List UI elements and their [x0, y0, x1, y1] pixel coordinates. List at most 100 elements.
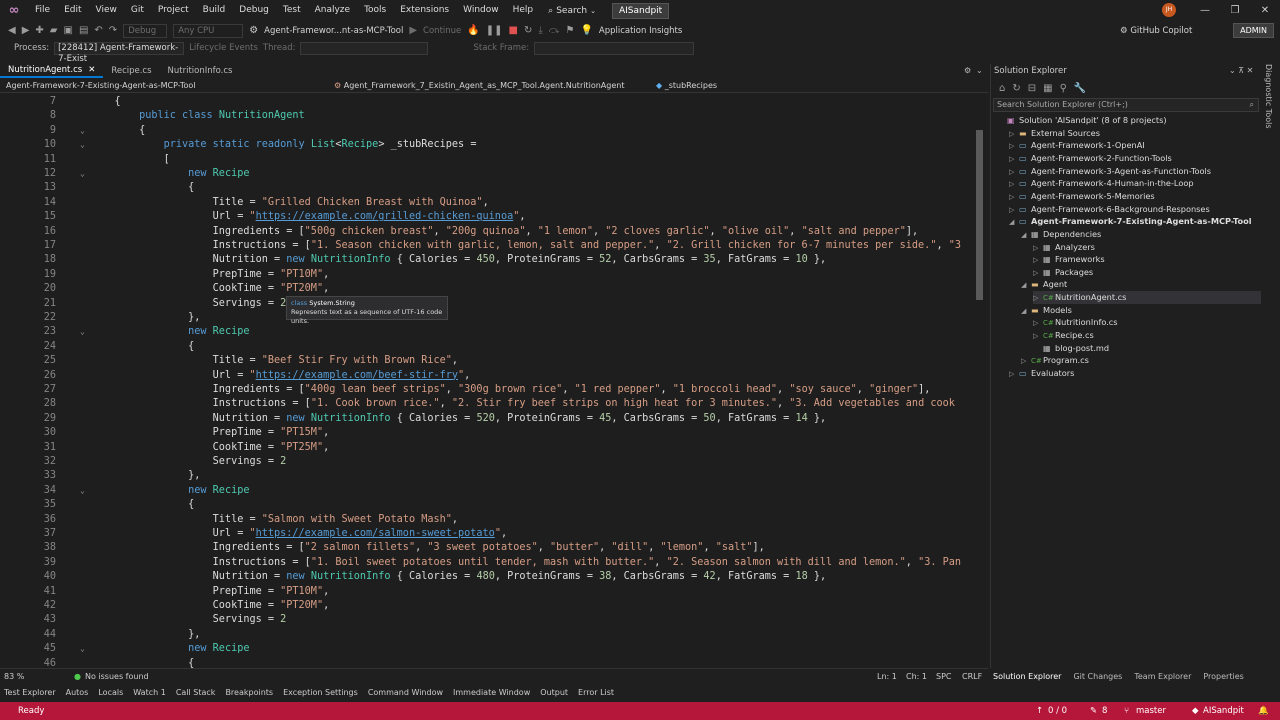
line-ending[interactable]: CRLF [962, 672, 982, 681]
home-icon[interactable]: ⌂ [999, 83, 1005, 94]
thread-dropdown[interactable] [300, 41, 429, 55]
menu-item-project[interactable]: Project [151, 0, 196, 21]
tab-nutritioninfo[interactable]: NutritionInfo.cs [160, 64, 241, 78]
menu-item-analyze[interactable]: Analyze [308, 0, 357, 21]
member-dropdown[interactable]: ◆ _stubRecipes [650, 79, 970, 92]
github-copilot-button[interactable]: ⚙ GitHub Copilot [1120, 26, 1192, 36]
search-menu[interactable]: ⌕ Search ⌄ [540, 6, 604, 16]
hot-reload-icon[interactable]: 🔥 [467, 25, 479, 36]
stop-icon[interactable]: ■ [509, 25, 518, 36]
pin-icon[interactable]: ⌄ ⊼ ✕ [1229, 66, 1253, 75]
tree-item[interactable]: ▷ C#NutritionInfo.cs [1033, 316, 1261, 329]
tool-tab-exception-settings[interactable]: Exception Settings [283, 688, 358, 697]
step-over-icon[interactable]: ⤼ [549, 25, 560, 36]
tree-item[interactable]: ▷ ▭ Agent-Framework-4-Human-in-the-Loop [1009, 177, 1261, 190]
redo-icon[interactable]: ↷ [109, 25, 117, 36]
admin-badge[interactable]: ADMIN [1233, 23, 1274, 38]
zoom-level[interactable]: 83 % [4, 672, 34, 681]
error-count[interactable]: 0 / 0 [1048, 702, 1067, 720]
fold-chevron-icon[interactable]: ⌄ [80, 484, 85, 498]
save-icon[interactable]: ▣ [64, 25, 73, 36]
solution-name-badge[interactable]: AISandpit [612, 2, 670, 19]
tab-solution-explorer[interactable]: Solution Explorer [993, 672, 1061, 681]
menu-item-extensions[interactable]: Extensions [393, 0, 456, 21]
fold-chevron-icon[interactable]: ⌄ [80, 325, 85, 339]
code-link[interactable]: https://example.com/salmon-sweet-potato [256, 528, 495, 539]
startup-project-dropdown[interactable]: Agent-Framewor...nt-as-MCP-Tool [264, 26, 403, 36]
repo-name[interactable]: AISandpit [1203, 702, 1244, 720]
fold-chevron-icon[interactable]: ⌄ [80, 642, 85, 656]
menu-item-window[interactable]: Window [456, 0, 506, 21]
restore-icon[interactable]: ❐ [1220, 0, 1250, 21]
back-icon[interactable]: ◀ [8, 25, 16, 36]
code-link[interactable]: https://example.com/beef-stir-fry [256, 370, 458, 381]
tool-tab-watch-1[interactable]: Watch 1 [133, 688, 166, 697]
expand-chevron-icon[interactable]: ◢ [1021, 279, 1031, 292]
expand-chevron-icon[interactable]: ◢ [1021, 305, 1031, 318]
configuration-dropdown[interactable]: Debug [123, 23, 168, 38]
tool-tab-call-stack[interactable]: Call Stack [176, 688, 216, 697]
sync-icon[interactable]: ↻ [1012, 83, 1020, 94]
tree-item[interactable]: ▣ Solution 'AISandpit' (8 of 8 projects) [997, 114, 1261, 127]
tree-item[interactable]: ▷ C#Program.cs [1021, 354, 1261, 367]
new-item-icon[interactable]: ✚ [35, 25, 43, 36]
bookmark-icon[interactable]: ⚑ [565, 25, 574, 36]
class-dropdown[interactable]: ⚙ Agent_Framework_7_Existin_Agent_as_MCP… [328, 79, 650, 92]
expand-chevron-icon[interactable]: ◢ [1021, 229, 1031, 242]
tab-git-changes[interactable]: Git Changes [1073, 672, 1122, 681]
tree-item[interactable]: ▦ blog-post.md [1033, 342, 1261, 355]
tree-item[interactable]: ◢ ▦ Dependencies [1021, 228, 1261, 241]
tree-item[interactable]: ▷ ▭ Agent-Framework-5-Memories [1009, 190, 1261, 203]
process-dropdown[interactable]: [228412] Agent-Framework-7-Exist [54, 41, 185, 64]
tree-item[interactable]: ◢ ▬ Agent [1021, 278, 1261, 291]
menu-item-help[interactable]: Help [506, 0, 541, 21]
diagnostic-tools-tab[interactable]: Diagnostic Tools [1264, 64, 1273, 129]
tree-item[interactable]: ◢ ▬ Models [1021, 304, 1261, 317]
avatar[interactable]: JH [1162, 3, 1176, 17]
project-dropdown[interactable]: Agent-Framework-7-Existing-Agent-as-MCP-… [0, 79, 328, 92]
fold-chevron-icon[interactable]: ⌄ [80, 167, 85, 181]
solution-search-input[interactable]: Search Solution Explorer (Ctrl+;) ⌕ [993, 98, 1259, 112]
tool-tab-breakpoints[interactable]: Breakpoints [225, 688, 273, 697]
tree-item[interactable]: ▷ C#NutritionAgent.cs [1033, 291, 1261, 304]
menu-item-build[interactable]: Build [196, 0, 233, 21]
break-all-icon[interactable]: ❚❚ [486, 25, 503, 36]
fold-chevron-icon[interactable]: ⌄ [80, 138, 85, 152]
close-icon[interactable]: ✕ [1250, 0, 1280, 21]
tab-properties[interactable]: Properties [1203, 672, 1243, 681]
save-all-icon[interactable]: ▤ [79, 25, 88, 36]
continue-icon[interactable]: ▶ [409, 25, 417, 36]
forward-icon[interactable]: ▶ [22, 25, 30, 36]
restart-icon[interactable]: ↻ [524, 25, 532, 36]
undo-icon[interactable]: ↶ [94, 25, 102, 36]
tab-team-explorer[interactable]: Team Explorer [1134, 672, 1191, 681]
menu-item-file[interactable]: File [28, 0, 57, 21]
tool-tab-test-explorer[interactable]: Test Explorer [4, 688, 56, 697]
show-all-files-icon[interactable]: ▦ [1043, 83, 1052, 94]
tool-tab-autos[interactable]: Autos [66, 688, 89, 697]
tree-item[interactable]: ▷ ▭ Agent-Framework-6-Background-Responses [1009, 203, 1261, 216]
tree-item[interactable]: ◢ ▭ Agent-Framework-7-Existing-Agent-as-MC… [1009, 215, 1261, 228]
code-editor[interactable]: 7 {8 public class NutritionAgent 9 ⌄ {10 ⌄ … [0, 94, 974, 668]
step-into-icon[interactable]: ⤓ [538, 25, 542, 36]
tab-dropdown-icon[interactable]: ⌄ [976, 66, 983, 75]
tree-item[interactable]: ▷ ▭ Agent-Framework-2-Function-Tools [1009, 152, 1261, 165]
whitespace-mode[interactable]: SPC [936, 672, 952, 681]
fold-chevron-icon[interactable]: ⌄ [80, 124, 85, 138]
minimize-icon[interactable]: — [1190, 0, 1220, 21]
tree-item[interactable]: ▷ ▦ Frameworks [1033, 253, 1261, 266]
tree-item[interactable]: ▷ ▦ Packages [1033, 266, 1261, 279]
continue-button[interactable]: Continue [423, 26, 461, 36]
menu-item-tools[interactable]: Tools [357, 0, 393, 21]
filter-icon[interactable]: ⚲ [1060, 83, 1067, 94]
collapse-all-icon[interactable]: ⊟ [1028, 83, 1036, 94]
open-folder-icon[interactable]: ▰ [50, 25, 58, 36]
tool-tab-output[interactable]: Output [540, 688, 568, 697]
tree-item[interactable]: ▷ ▭ Agent-Framework-1-OpenAI [1009, 139, 1261, 152]
tree-item[interactable]: ▷ ▭ Evaluators [1009, 367, 1261, 380]
tool-tab-error-list[interactable]: Error List [578, 688, 614, 697]
close-icon[interactable]: ✕ [88, 63, 95, 77]
tab-settings-icon[interactable]: ⚙ [964, 66, 971, 75]
tool-tab-immediate-window[interactable]: Immediate Window [453, 688, 530, 697]
stack-frame-dropdown[interactable] [534, 41, 695, 55]
